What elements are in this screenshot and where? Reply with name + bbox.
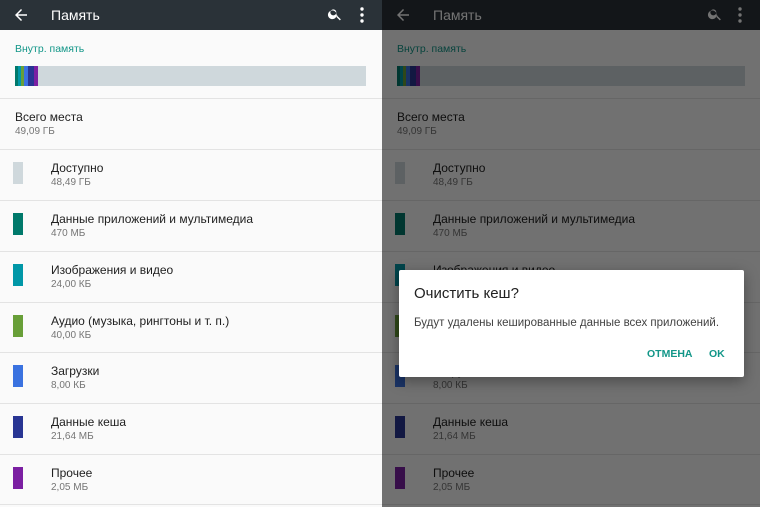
color-swatch [13,365,23,387]
category-value: 8,00 КБ [51,380,86,391]
search-icon[interactable] [327,6,343,22]
storage-usage-bar [15,66,366,86]
color-swatch [13,213,23,235]
ok-button[interactable]: OK [709,348,725,360]
category-value: 21,64 МБ [51,431,94,442]
color-swatch [13,264,23,286]
category-available[interactable]: Доступно 48,49 ГБ [0,150,382,200]
category-label: Доступно [51,161,104,175]
category-label: Данные кеша [51,415,127,429]
category-apps[interactable]: Данные приложений и мультимедиа 470 МБ [0,201,382,251]
back-arrow-icon[interactable] [12,6,30,24]
category-value: 40,00 КБ [51,330,92,341]
category-cache[interactable]: Данные кеша 21,64 МБ [0,404,382,454]
category-audio[interactable]: Аудио (музыка, рингтоны и т. п.) 40,00 К… [0,303,382,353]
category-value: 2,05 МБ [51,482,89,493]
category-value: 470 МБ [51,228,86,239]
category-label: Аудио (музыка, рингтоны и т. п.) [51,314,230,328]
app-bar: Память [0,0,382,30]
divider [0,504,382,505]
category-images[interactable]: Изображения и видео 24,00 КБ [0,252,382,302]
bar-segment-other [34,66,38,86]
category-value: 48,49 ГБ [51,177,91,188]
storage-screen-with-dialog: Память Внутр. память Всего места 49,09 Г… [382,0,760,507]
more-vert-icon[interactable] [359,5,365,25]
category-label: Изображения и видео [51,263,174,277]
dialog-message: Будут удалены кешированные данные всех п… [414,317,720,329]
color-swatch [13,315,23,337]
category-label: Прочее [51,466,93,480]
page-title: Память [51,7,100,23]
cancel-button[interactable]: ОТМЕНА [647,348,693,360]
color-swatch [13,467,23,489]
section-title: Внутр. память [15,43,85,55]
dialog-title: Очистить кеш? [414,285,519,302]
total-space-value: 49,09 ГБ [15,126,55,137]
category-other[interactable]: Прочее 2,05 МБ [0,455,382,505]
total-space-label: Всего места [15,110,83,124]
category-label: Загрузки [51,364,100,378]
color-swatch [13,416,23,438]
category-downloads[interactable]: Загрузки 8,00 КБ [0,353,382,403]
category-label: Данные приложений и мультимедиа [51,212,254,226]
clear-cache-dialog: Очистить кеш? Будут удалены кешированные… [399,270,744,377]
dialog-scrim[interactable] [382,0,760,507]
category-value: 24,00 КБ [51,279,92,290]
color-swatch [13,162,23,184]
storage-screen: Память Внутр. память Всего места 49,09 Г… [0,0,382,507]
divider [0,98,382,99]
